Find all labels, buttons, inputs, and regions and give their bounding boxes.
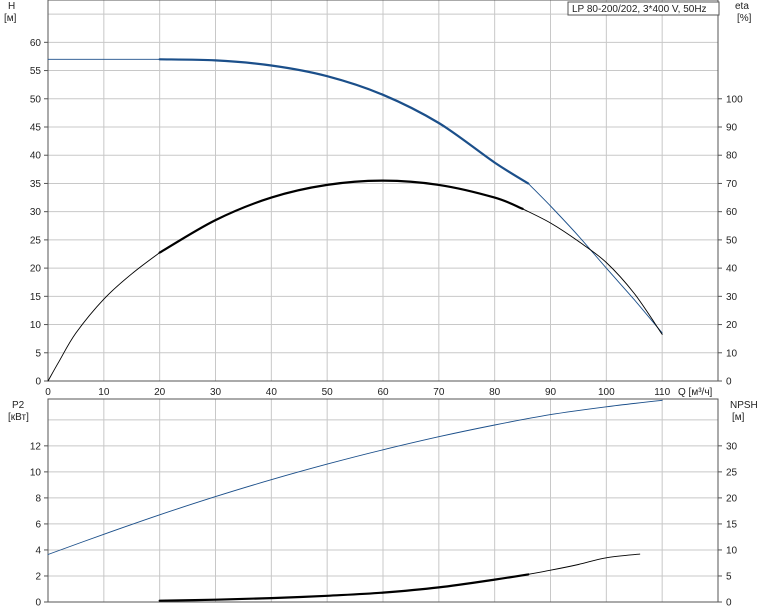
x-tick-label: 100 xyxy=(598,387,615,398)
right-tick-label: 50 xyxy=(726,235,738,246)
left-axis-label: H xyxy=(8,1,15,12)
x-tick-label: 110 xyxy=(654,387,670,398)
right-tick-label: 10 xyxy=(726,545,738,556)
left-tick-label: 0 xyxy=(35,377,41,388)
left-tick-label: 45 xyxy=(30,123,42,134)
series-line-upper-2 xyxy=(527,182,663,334)
right-tick-label: 70 xyxy=(726,179,738,190)
left-tick-label: 30 xyxy=(30,207,42,218)
x-tick-label: 40 xyxy=(266,387,278,398)
left-axis-label: P2 xyxy=(12,400,25,411)
x-tick-label: 90 xyxy=(545,387,557,398)
right-tick-label: 30 xyxy=(726,441,738,452)
left-tick-label: 55 xyxy=(30,66,42,77)
left-tick-label: 15 xyxy=(30,292,42,303)
right-axis-unit: [м] xyxy=(732,412,745,423)
right-tick-label: 90 xyxy=(726,123,738,134)
right-tick-label: 20 xyxy=(726,320,738,331)
right-axis-label: NPSH xyxy=(730,400,758,411)
right-tick-label: 10 xyxy=(726,348,738,359)
series-line-lower-0 xyxy=(47,399,663,555)
x-tick-label: 10 xyxy=(98,387,110,398)
x-tick-label: 20 xyxy=(154,387,166,398)
x-tick-label: 70 xyxy=(433,387,445,398)
x-tick-label: 60 xyxy=(377,387,389,398)
right-tick-label: 80 xyxy=(726,151,738,162)
upper-panel: 0 10 20 30 40 50 60 70 80 90 100 110 Q [м³/ч]0510152… xyxy=(4,0,752,398)
right-tick-label: 60 xyxy=(726,207,738,218)
x-tick-label: 30 xyxy=(210,387,222,398)
right-tick-label: 20 xyxy=(726,493,738,504)
left-tick-label: 40 xyxy=(30,151,42,162)
right-tick-label: 100 xyxy=(726,94,743,105)
right-tick-label: 0 xyxy=(726,598,732,609)
left-tick-label: 5 xyxy=(35,348,41,359)
chart-title: LP 80-200/202, 3*400 V, 50Hz xyxy=(572,4,707,15)
series-line-lower-2 xyxy=(527,553,641,575)
right-axis-label: eta xyxy=(735,1,749,12)
title-box: LP 80-200/202, 3*400 V, 50Hz xyxy=(567,1,720,16)
x-tick-label: 0 xyxy=(45,387,51,398)
x-axis-label: Q [м³/ч] xyxy=(678,387,713,398)
left-tick-label: 8 xyxy=(35,493,41,504)
right-tick-label: 40 xyxy=(726,264,738,275)
series-line-lower-1 xyxy=(158,573,530,602)
left-tick-label: 10 xyxy=(30,320,42,331)
left-axis-unit: [м] xyxy=(4,13,17,24)
pump-curve-chart: 0 10 20 30 40 50 60 70 80 90 100 110 Q [м³/ч]0510152… xyxy=(4,0,758,609)
left-tick-label: 10 xyxy=(30,467,42,478)
left-tick-label: 2 xyxy=(35,571,41,582)
right-tick-label: 5 xyxy=(726,571,732,582)
series-line-upper-1 xyxy=(158,58,530,185)
left-tick-label: 6 xyxy=(35,519,41,530)
left-tick-label: 50 xyxy=(30,94,42,105)
x-tick-label: 80 xyxy=(489,387,501,398)
right-tick-label: 30 xyxy=(726,292,738,303)
left-tick-label: 60 xyxy=(30,38,42,49)
series-line-upper-4 xyxy=(158,179,524,254)
right-axis-unit: [%] xyxy=(737,13,752,24)
left-tick-label: 4 xyxy=(35,545,41,556)
left-tick-label: 35 xyxy=(30,179,42,190)
x-tick-label: 50 xyxy=(322,387,334,398)
left-tick-label: 20 xyxy=(30,264,42,275)
left-tick-label: 25 xyxy=(30,235,42,246)
left-axis-unit: [кВт] xyxy=(8,412,29,423)
right-tick-label: 0 xyxy=(726,377,732,388)
left-tick-label: 0 xyxy=(35,598,41,609)
series-line-upper-5 xyxy=(522,208,663,335)
left-tick-label: 12 xyxy=(30,441,42,452)
right-tick-label: 15 xyxy=(726,519,738,530)
lower-panel: 0 2 4 6 8 10 12 0 5 10 15 20 25 30 P2[кВт] NPSH[м] xyxy=(8,398,758,609)
right-tick-label: 25 xyxy=(726,467,738,478)
